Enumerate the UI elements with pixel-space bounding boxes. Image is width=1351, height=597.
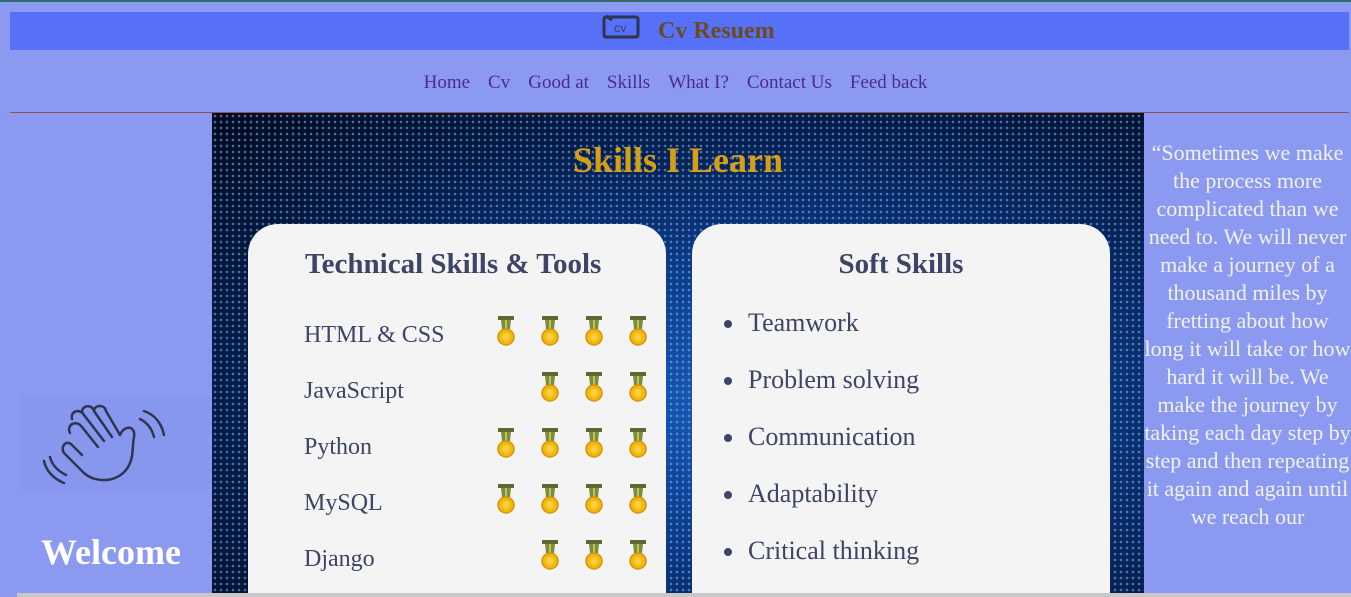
skill-row: MySQL [304, 484, 660, 524]
skill-rating [528, 540, 660, 580]
technical-skills-heading: Technical Skills & Tools [305, 248, 602, 280]
medal-icon [528, 428, 572, 462]
bullet-icon [724, 548, 732, 556]
skill-name: HTML & CSS [304, 322, 445, 348]
bullet-icon [724, 377, 732, 385]
main-nav: Home Cv Good at Skills What I? Contact U… [0, 72, 1351, 94]
site-header: CV Cv Resuem [10, 12, 1349, 50]
left-sidebar: Welcome [10, 113, 212, 597]
soft-skill-item: Problem solving [724, 363, 919, 420]
bullet-icon [724, 320, 732, 328]
medal-icon [528, 372, 572, 406]
soft-skills-card: Soft Skills Teamwork Problem solving Com… [692, 224, 1110, 597]
medal-icon [616, 428, 660, 462]
horizontal-scrollbar[interactable] [17, 593, 1351, 597]
skill-row: JavaScript [304, 372, 660, 412]
medal-icon [528, 316, 572, 350]
nav-what-i[interactable]: What I? [668, 72, 729, 94]
soft-skills-heading: Soft Skills [838, 248, 964, 280]
waving-hand-panel [20, 395, 210, 490]
nav-feedback[interactable]: Feed back [850, 72, 928, 94]
nav-home[interactable]: Home [424, 72, 470, 94]
medal-icon [572, 316, 616, 350]
bullet-icon [724, 434, 732, 442]
medal-icon [484, 316, 528, 350]
skills-section: Skills I Learn Technical Skills & Tools … [212, 113, 1144, 597]
soft-skill-item: Adaptability [724, 477, 919, 534]
medal-icon [572, 372, 616, 406]
right-sidebar: “Sometimes we make the process more comp… [1144, 113, 1351, 597]
skill-rating [484, 316, 660, 356]
soft-skills-list: Teamwork Problem solving Communication A… [724, 306, 919, 591]
skill-name: MySQL [304, 490, 383, 516]
skill-rating [484, 428, 660, 468]
medal-icon [528, 484, 572, 518]
skill-rating [528, 372, 660, 412]
nav-contact-us[interactable]: Contact Us [747, 72, 832, 94]
medal-icon [572, 540, 616, 574]
soft-skill-item: Teamwork [724, 306, 919, 363]
medal-icon [572, 484, 616, 518]
skill-name: JavaScript [304, 378, 404, 404]
welcome-heading: Welcome [41, 532, 181, 572]
skill-name: Python [304, 434, 373, 460]
nav-good-at[interactable]: Good at [528, 72, 589, 94]
medal-icon [484, 428, 528, 462]
skill-name: Django [304, 546, 375, 572]
top-border [0, 0, 1351, 2]
cv-monitor-icon: CV [602, 14, 640, 39]
technical-skills-card: Technical Skills & Tools HTML & CSS JavaS… [248, 224, 666, 597]
bullet-icon [724, 491, 732, 499]
waving-hand-icon [42, 404, 166, 485]
medal-icon [572, 428, 616, 462]
medal-icon [484, 484, 528, 518]
skill-row: HTML & CSS [304, 316, 660, 356]
svg-text:CV: CV [614, 24, 627, 34]
medal-icon [616, 484, 660, 518]
motivational-quote: “Sometimes we make the process more comp… [1144, 140, 1351, 529]
soft-skill-item: Critical thinking [724, 534, 919, 591]
skill-row: Django [304, 540, 660, 580]
skill-row: Python [304, 428, 660, 468]
medal-icon [616, 372, 660, 406]
soft-skill-item: Communication [724, 420, 919, 477]
site-brand[interactable]: Cv Resuem [658, 18, 775, 45]
skills-title: Skills I Learn [572, 140, 784, 180]
medal-icon [528, 540, 572, 574]
medal-icon [616, 540, 660, 574]
nav-skills[interactable]: Skills [607, 72, 650, 94]
medal-icon [616, 316, 660, 350]
skill-rating [484, 484, 660, 524]
nav-cv[interactable]: Cv [488, 72, 510, 94]
